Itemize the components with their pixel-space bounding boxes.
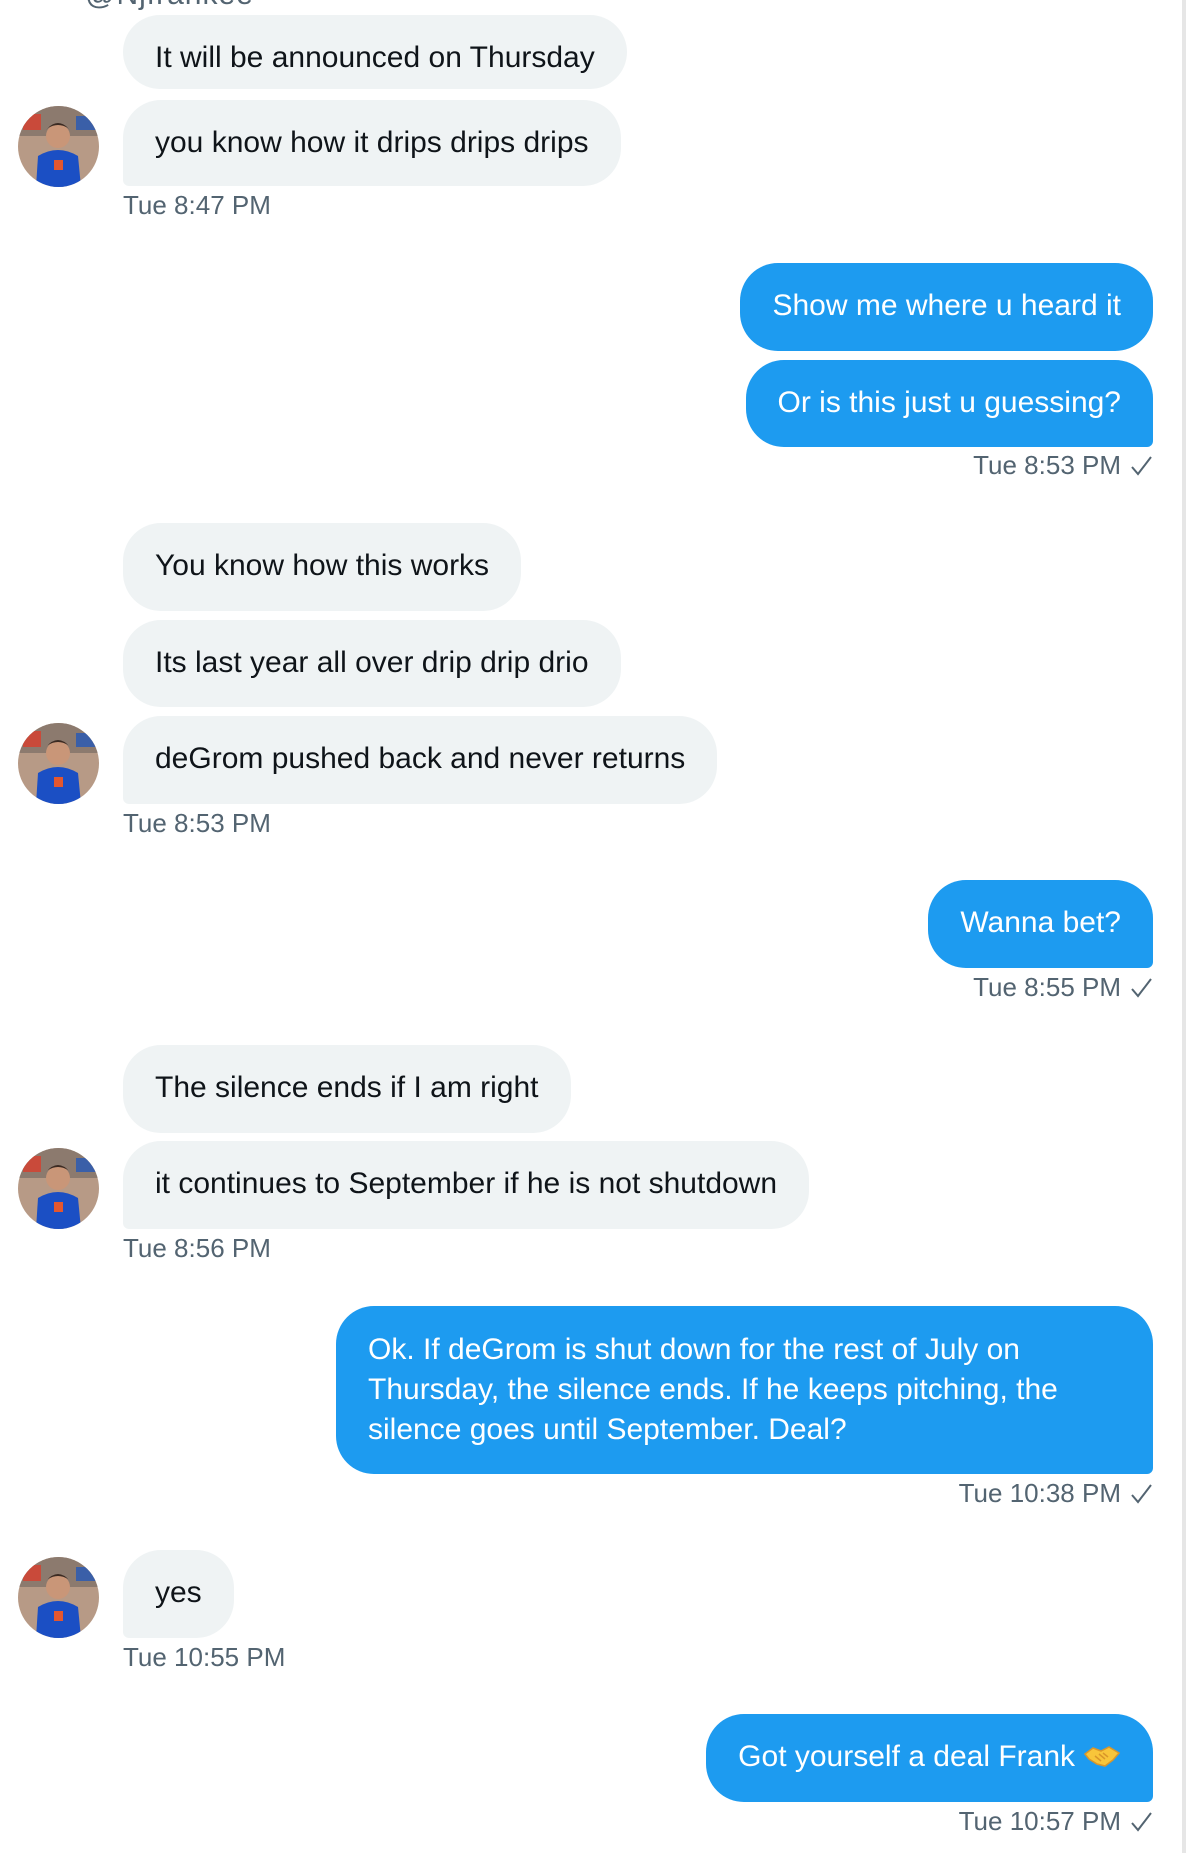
message-timestamp: Tue 10:38 PM — [958, 1478, 1121, 1508]
avatar-image — [18, 1148, 99, 1229]
scrollbar[interactable] — [1182, 0, 1186, 1853]
sender-handle: @Njfrankee — [85, 0, 254, 12]
incoming-message[interactable]: deGrom pushed back and never returns — [123, 716, 718, 804]
avatar-image — [18, 1557, 99, 1638]
incoming-message[interactable]: yes — [123, 1550, 234, 1638]
avatar[interactable] — [18, 723, 99, 804]
outgoing-message[interactable]: Ok. If deGrom is shut down for the rest … — [336, 1306, 1153, 1474]
incoming-message[interactable]: you know how it drips drips drips — [123, 100, 621, 186]
message-timestamp: Tue 8:55 PM — [973, 972, 1121, 1002]
message-timestamp: Tue 8:56 PM — [123, 1233, 271, 1263]
message-timestamp: Tue 8:53 PM — [973, 450, 1121, 480]
message-timestamp: Tue 10:55 PM — [123, 1642, 286, 1672]
outgoing-message[interactable]: Show me where u heard it — [740, 263, 1153, 351]
message-timestamp-row: Tue 10:57 PM — [959, 1806, 1153, 1837]
avatar[interactable] — [18, 1148, 99, 1229]
incoming-message[interactable]: The silence ends if I am right — [123, 1045, 571, 1133]
handshake-icon — [1083, 1746, 1121, 1767]
check-icon — [1131, 1483, 1152, 1504]
incoming-message[interactable]: it continues to September if he is not s… — [123, 1141, 810, 1229]
incoming-message[interactable]: Its last year all over drip drip drio — [123, 620, 621, 707]
message-timestamp-row: Tue 8:55 PM — [973, 972, 1153, 1003]
avatar[interactable] — [18, 1557, 99, 1638]
avatar-image — [18, 106, 99, 187]
outgoing-message-text: Got yourself a deal Frank — [738, 1740, 1075, 1773]
message-timestamp: Tue 10:57 PM — [958, 1806, 1121, 1836]
check-icon — [1131, 977, 1152, 998]
avatar-image — [18, 723, 99, 804]
message-timestamp: Tue 8:53 PM — [123, 808, 271, 838]
avatar[interactable] — [18, 106, 99, 187]
check-icon — [1131, 455, 1152, 476]
message-timestamp-row: Tue 8:53 PM — [973, 450, 1153, 481]
incoming-message[interactable]: It will be announced on Thursday — [123, 15, 627, 89]
message-timestamp-row: Tue 10:38 PM — [959, 1478, 1153, 1509]
outgoing-message[interactable]: Got yourself a deal Frank — [706, 1714, 1153, 1802]
dm-conversation: @Njfrankee It will be announced on Thurs… — [0, 0, 1186, 1853]
incoming-message[interactable]: You know how this works — [123, 523, 522, 611]
outgoing-message[interactable]: Wanna bet? — [928, 880, 1153, 968]
outgoing-message[interactable]: Or is this just u guessing? — [745, 360, 1153, 447]
check-icon — [1131, 1811, 1152, 1832]
message-timestamp: Tue 8:47 PM — [123, 190, 271, 220]
